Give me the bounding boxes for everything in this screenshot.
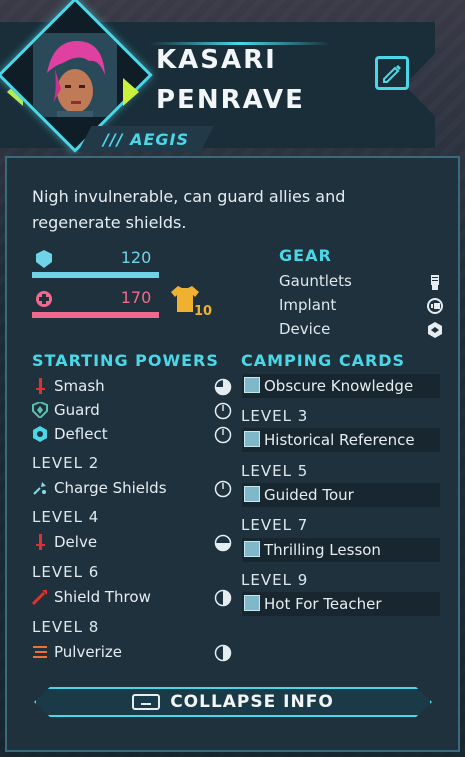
shield-stat: 120 <box>32 246 172 280</box>
camping-card-label: Guided Tour <box>264 486 354 504</box>
power-label: Delve <box>54 533 98 551</box>
camping-card-icon <box>244 541 260 557</box>
smash-icon <box>36 378 45 394</box>
shield-icon <box>36 250 52 268</box>
power-label: Smash <box>54 377 105 395</box>
cooldown-quarter-icon <box>214 534 232 552</box>
next-character-arrow-icon[interactable] <box>123 78 139 106</box>
camping-card-icon <box>244 377 260 393</box>
charge-shields-icon <box>33 482 46 495</box>
power-label: Pulverize <box>54 643 122 661</box>
guard-icon <box>32 402 48 418</box>
implant-icon <box>427 298 443 314</box>
power-label: Shield Throw <box>54 588 151 606</box>
camping-card-obscure-knowledge[interactable]: Obscure Knowledge <box>242 374 440 398</box>
camping-cards-title: CAMPING CARDS <box>241 351 406 370</box>
edit-pencil-icon <box>383 65 401 83</box>
gear-title: GEAR <box>279 246 332 265</box>
portrait-image-icon <box>33 33 117 117</box>
camping-card-label: Hot For Teacher <box>264 595 382 613</box>
camping-card-icon <box>244 486 260 502</box>
camping-card-thrilling-lesson[interactable]: Thrilling Lesson <box>242 538 440 562</box>
power-smash[interactable]: Smash <box>32 376 232 398</box>
armor-value: 10 <box>194 304 213 319</box>
camping-card-historical-reference[interactable]: Historical Reference <box>242 428 440 452</box>
portrait-selector <box>0 0 153 153</box>
character-name: KASARI PENRAVE <box>156 40 305 120</box>
info-panel: Nigh invulnerable, can guard allies and … <box>5 156 460 752</box>
power-label: Deflect <box>54 425 108 443</box>
camping-card-icon <box>244 431 260 447</box>
power-level-4-title: LEVEL 4 <box>32 508 100 526</box>
cooldown-empty-icon <box>214 426 232 444</box>
pulverize-icon <box>33 646 47 658</box>
cooldown-half-icon <box>214 589 232 607</box>
shield-value: 120 <box>120 248 152 267</box>
collapse-info-label: COLLAPSE INFO <box>170 692 334 712</box>
power-deflect[interactable]: Deflect <box>32 424 232 446</box>
character-first-name: KASARI <box>156 45 277 75</box>
health-bar <box>32 312 159 318</box>
gear-item-label: Gauntlets <box>279 272 352 290</box>
edit-button[interactable] <box>375 56 409 90</box>
gear-item-gauntlets[interactable]: Gauntlets <box>279 272 444 292</box>
collapse-info-button[interactable]: COLLAPSE INFO <box>34 687 432 717</box>
power-pulverize[interactable]: Pulverize <box>32 642 232 664</box>
gear-item-implant[interactable]: Implant <box>279 296 444 316</box>
starting-powers-title: STARTING POWERS <box>32 351 219 370</box>
health-stat: 170 <box>32 286 172 320</box>
power-level-6-title: LEVEL 6 <box>32 563 100 581</box>
power-guard[interactable]: Guard <box>32 400 232 422</box>
camping-card-guided-tour[interactable]: Guided Tour <box>242 483 440 507</box>
character-last-name: PENRAVE <box>156 85 305 115</box>
deflect-icon <box>33 426 47 442</box>
power-delve[interactable]: Delve <box>32 532 232 554</box>
character-description: Nigh invulnerable, can guard allies and … <box>32 187 346 232</box>
class-label: /// AEGIS <box>78 126 214 152</box>
gear-item-device[interactable]: Device <box>279 320 444 340</box>
power-label: Guard <box>54 401 100 419</box>
gear-item-label: Device <box>279 320 331 338</box>
power-level-8-title: LEVEL 8 <box>32 618 100 636</box>
power-shield-throw[interactable]: Shield Throw <box>32 587 232 609</box>
camping-card-label: Historical Reference <box>264 431 415 449</box>
cooldown-empty-icon <box>214 402 232 420</box>
camping-level-9-title: LEVEL 9 <box>241 571 309 589</box>
keyboard-key-icon <box>132 694 161 710</box>
delve-icon <box>36 534 45 550</box>
cooldown-three-quarter-icon <box>214 378 232 396</box>
shield-bar <box>32 272 159 278</box>
cooldown-empty-icon <box>214 480 232 498</box>
camping-card-hot-for-teacher[interactable]: Hot For Teacher <box>242 592 440 616</box>
camping-level-7-title: LEVEL 7 <box>241 516 309 534</box>
gear-item-label: Implant <box>279 296 337 314</box>
camping-level-3-title: LEVEL 3 <box>241 407 309 425</box>
power-level-2-title: LEVEL 2 <box>32 454 100 472</box>
camping-level-5-title: LEVEL 5 <box>241 462 309 480</box>
camping-card-label: Obscure Knowledge <box>264 377 414 395</box>
camping-card-label: Thrilling Lesson <box>264 541 381 559</box>
gauntlet-icon <box>431 275 439 290</box>
health-value: 170 <box>120 288 152 307</box>
shield-throw-icon <box>32 590 47 605</box>
armor-badge: 10 <box>170 284 214 324</box>
cooldown-half-icon <box>214 644 232 662</box>
device-icon <box>428 322 442 338</box>
camping-card-icon <box>244 595 260 611</box>
power-label: Charge Shields <box>54 479 167 497</box>
power-charge-shields[interactable]: Charge Shields <box>32 478 232 500</box>
health-cross-icon <box>36 291 52 307</box>
